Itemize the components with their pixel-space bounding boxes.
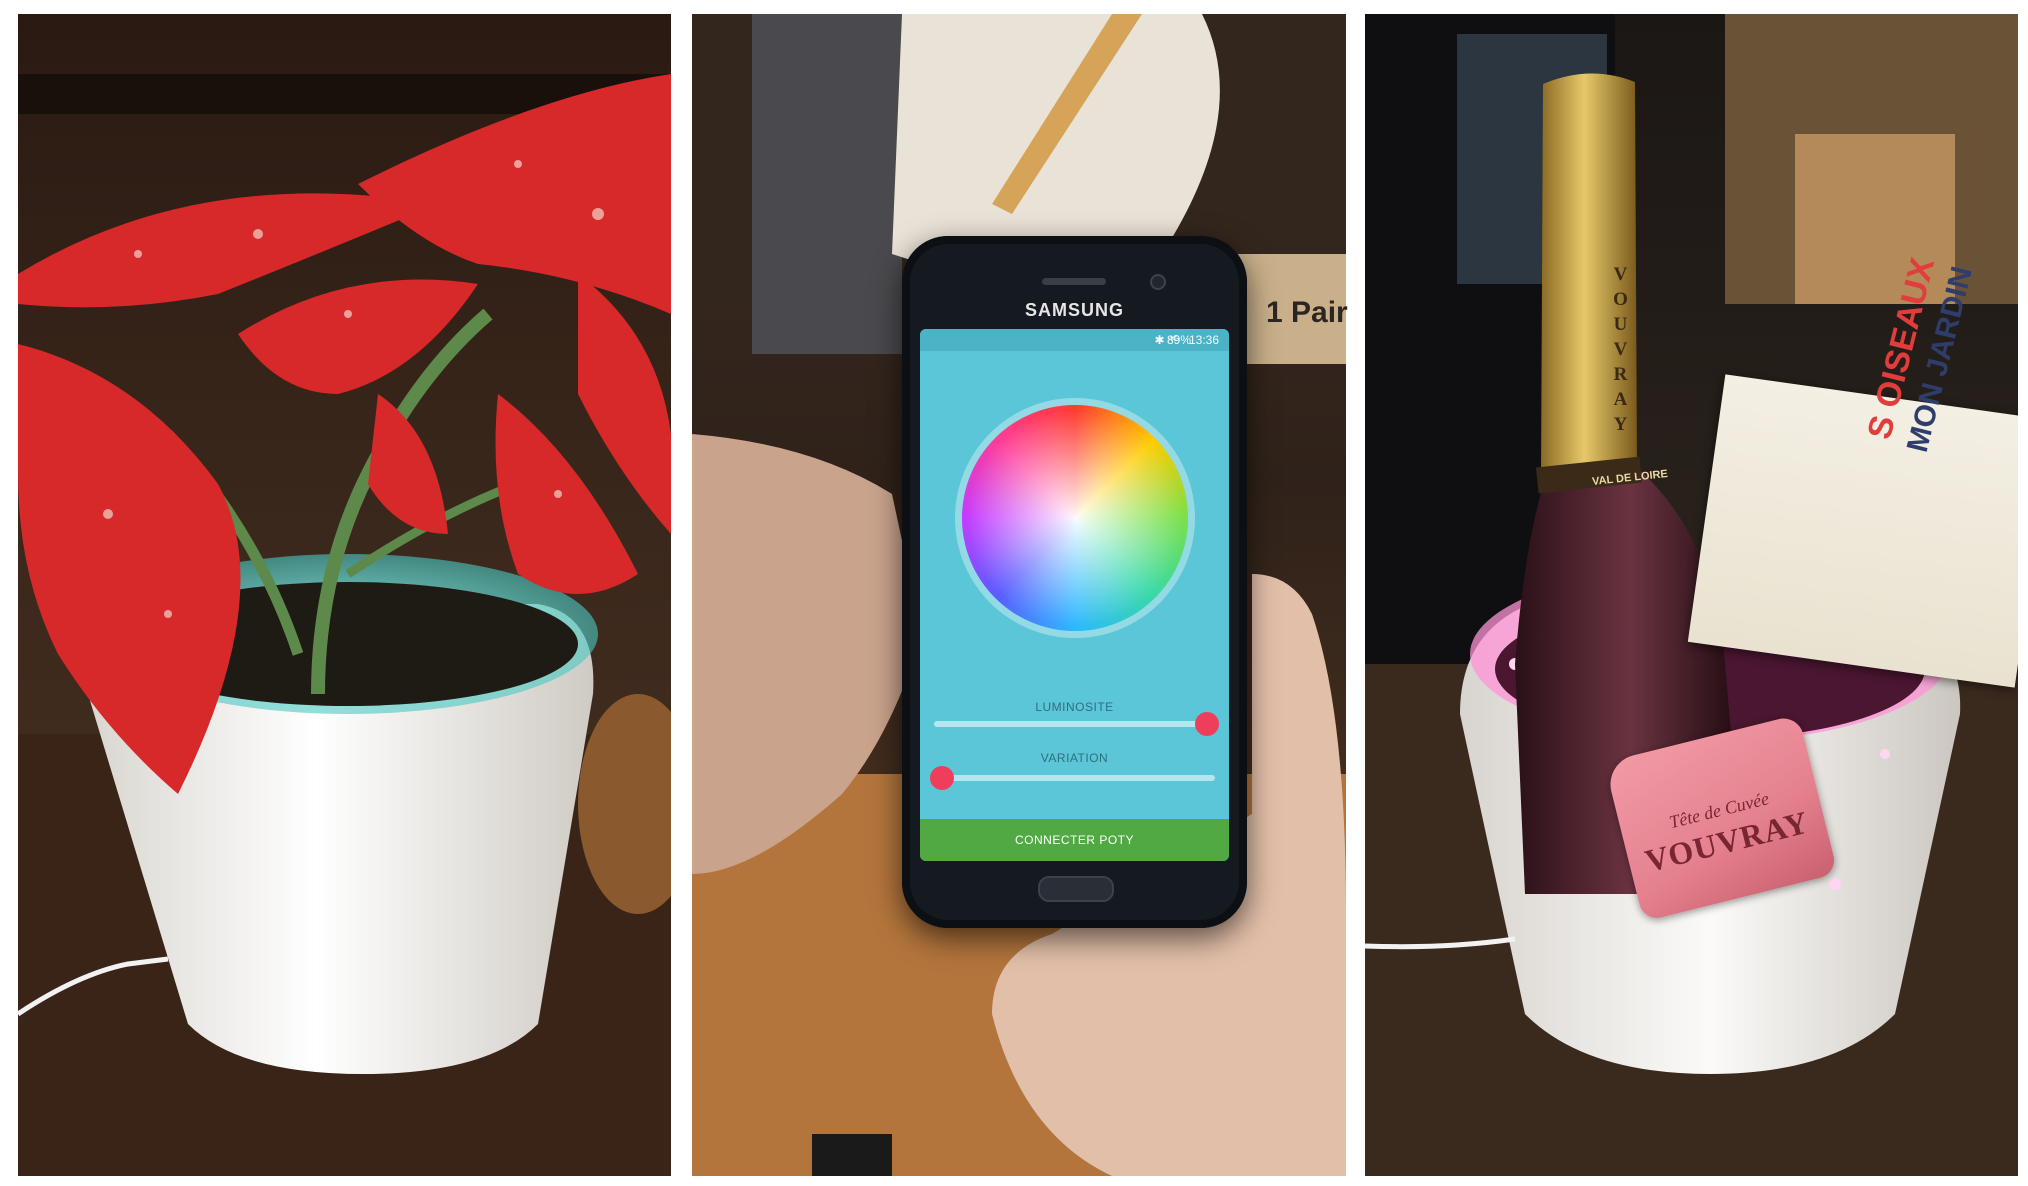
panel-plant-pot [18,14,671,1176]
variation-label: VARIATION [1040,751,1109,765]
brightness-label: LUMINOSITE [1035,700,1114,714]
brightness-slider[interactable] [934,712,1219,736]
smartphone: SAMSUNG ✱ ⁴ᴳ 89% 13:36 LUMINOSITE VARIAT… [902,236,1247,928]
panel-phone-app: SAMSUNG ✱ ⁴ᴳ 89% 13:36 LUMINOSITE VARIAT… [692,14,1346,1176]
panel-bottle-pot: S OISEAUX MON JARDIN VOUVRAY VAL DE LOIR… [1365,14,2018,1176]
status-time: 13:36 [1188,333,1219,347]
front-camera-icon [1150,274,1166,290]
box-print-text: 1 Pair [1266,296,1348,329]
app-screen: ✱ ⁴ᴳ 89% 13:36 LUMINOSITE VARIATION CONN… [920,329,1229,861]
bottle-neck-label: VOUVRAY [1610,264,1631,439]
variation-slider[interactable] [930,766,1215,790]
bird-magazine: S OISEAUX MON JARDIN [1687,254,2018,688]
variation-slider-thumb[interactable] [930,766,955,790]
status-bar: ✱ ⁴ᴳ 89% 13:36 [920,329,1229,351]
color-wheel[interactable] [962,405,1188,631]
phone-brand-label: SAMSUNG [1024,300,1124,320]
brightness-slider-thumb[interactable] [1194,712,1219,736]
home-button [1038,876,1114,902]
connect-poty-button[interactable]: CONNECTER POTY [920,819,1229,861]
speaker-grille [1042,278,1106,285]
battery-level: 89% [1166,333,1191,347]
plant-scene [18,74,671,1176]
